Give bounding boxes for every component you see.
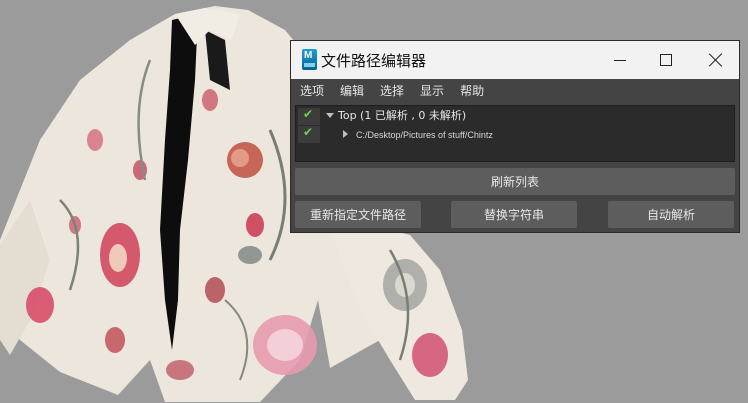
minimize-icon [614, 59, 626, 61]
remap-file-path-button[interactable]: 重新指定文件路径 [295, 201, 421, 228]
menu-edit[interactable]: 编辑 [332, 79, 372, 103]
close-button[interactable] [693, 41, 739, 79]
root-resolved-status[interactable]: ✔ [298, 107, 320, 125]
menu-options[interactable]: 选项 [291, 79, 332, 103]
checkmark-icon: ✔ [303, 125, 314, 139]
auto-resolve-button[interactable]: 自动解析 [608, 201, 734, 228]
title-bar[interactable]: M 文件路径编辑器 [291, 41, 739, 79]
expand-triangle-icon[interactable] [343, 130, 348, 138]
window-title: 文件路径编辑器 [321, 52, 427, 70]
child-resolved-status[interactable]: ✔ [298, 125, 320, 143]
maximize-icon [660, 54, 672, 66]
menu-display[interactable]: 显示 [412, 79, 452, 103]
tree-child-path[interactable]: C:/Desktop/Pictures of stuff/Chintz [356, 128, 493, 142]
menu-select[interactable]: 选择 [372, 79, 412, 103]
maximize-button[interactable] [643, 41, 689, 79]
menu-help[interactable]: 帮助 [452, 79, 492, 103]
checkmark-icon: ✔ [303, 107, 314, 121]
collapse-triangle-icon[interactable] [326, 113, 334, 118]
tree-root-label[interactable]: Top (1 已解析 , 0 未解析) [338, 108, 466, 124]
refresh-list-button[interactable]: 刷新列表 [295, 168, 735, 195]
file-path-editor-window[interactable]: M 文件路径编辑器 选项 编辑 选择 显示 帮助 ✔ Top (1 已解析 , … [290, 40, 740, 233]
maya-app-icon: M [302, 49, 317, 70]
replace-string-button[interactable]: 替换字符串 [451, 201, 577, 228]
file-path-tree[interactable]: ✔ Top (1 已解析 , 0 未解析) ✔ C:/Desktop/Pictu… [295, 105, 735, 162]
close-icon [709, 53, 723, 67]
menu-bar: 选项 编辑 选择 显示 帮助 [291, 79, 739, 103]
minimize-button[interactable] [597, 41, 643, 79]
